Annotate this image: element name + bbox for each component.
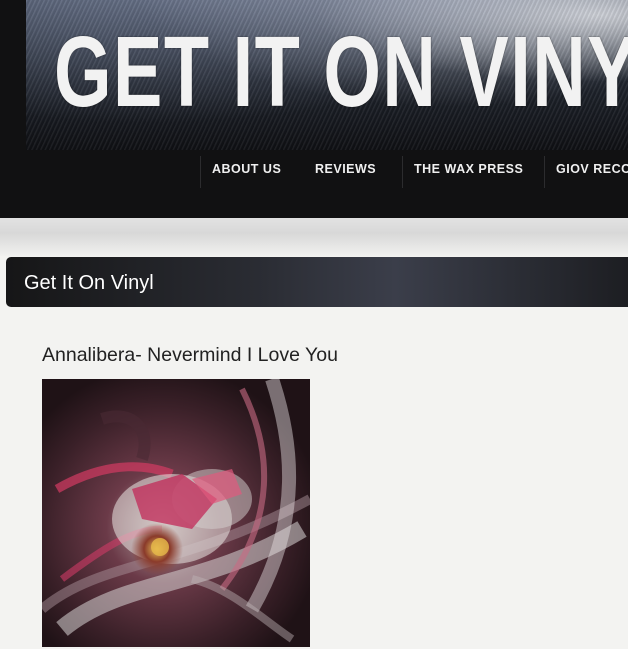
site-header: GET IT ON VINYL ABOUT US REVIEWS THE WAX… xyxy=(0,0,628,218)
album-cover-image[interactable] xyxy=(42,379,310,647)
main-navigation: ABOUT US REVIEWS THE WAX PRESS GIOV RECO… xyxy=(0,150,628,190)
nav-item-giov-records[interactable]: GIOV RECOR xyxy=(544,156,628,188)
page-title-bar: Get It On Vinyl xyxy=(6,257,628,307)
nav-item-the-wax-press[interactable]: THE WAX PRESS xyxy=(402,156,523,188)
post-title[interactable]: Annalibera- Nevermind I Love You xyxy=(42,344,338,367)
album-cover-artwork xyxy=(42,379,310,647)
site-logo-title: GET IT ON VINYL xyxy=(54,16,628,128)
nav-item-about-us[interactable]: ABOUT US xyxy=(200,156,281,188)
nav-item-reviews[interactable]: REVIEWS xyxy=(304,156,376,188)
site-banner[interactable]: GET IT ON VINYL xyxy=(26,0,628,150)
header-shadow xyxy=(0,218,628,256)
page-title: Get It On Vinyl xyxy=(24,272,154,294)
